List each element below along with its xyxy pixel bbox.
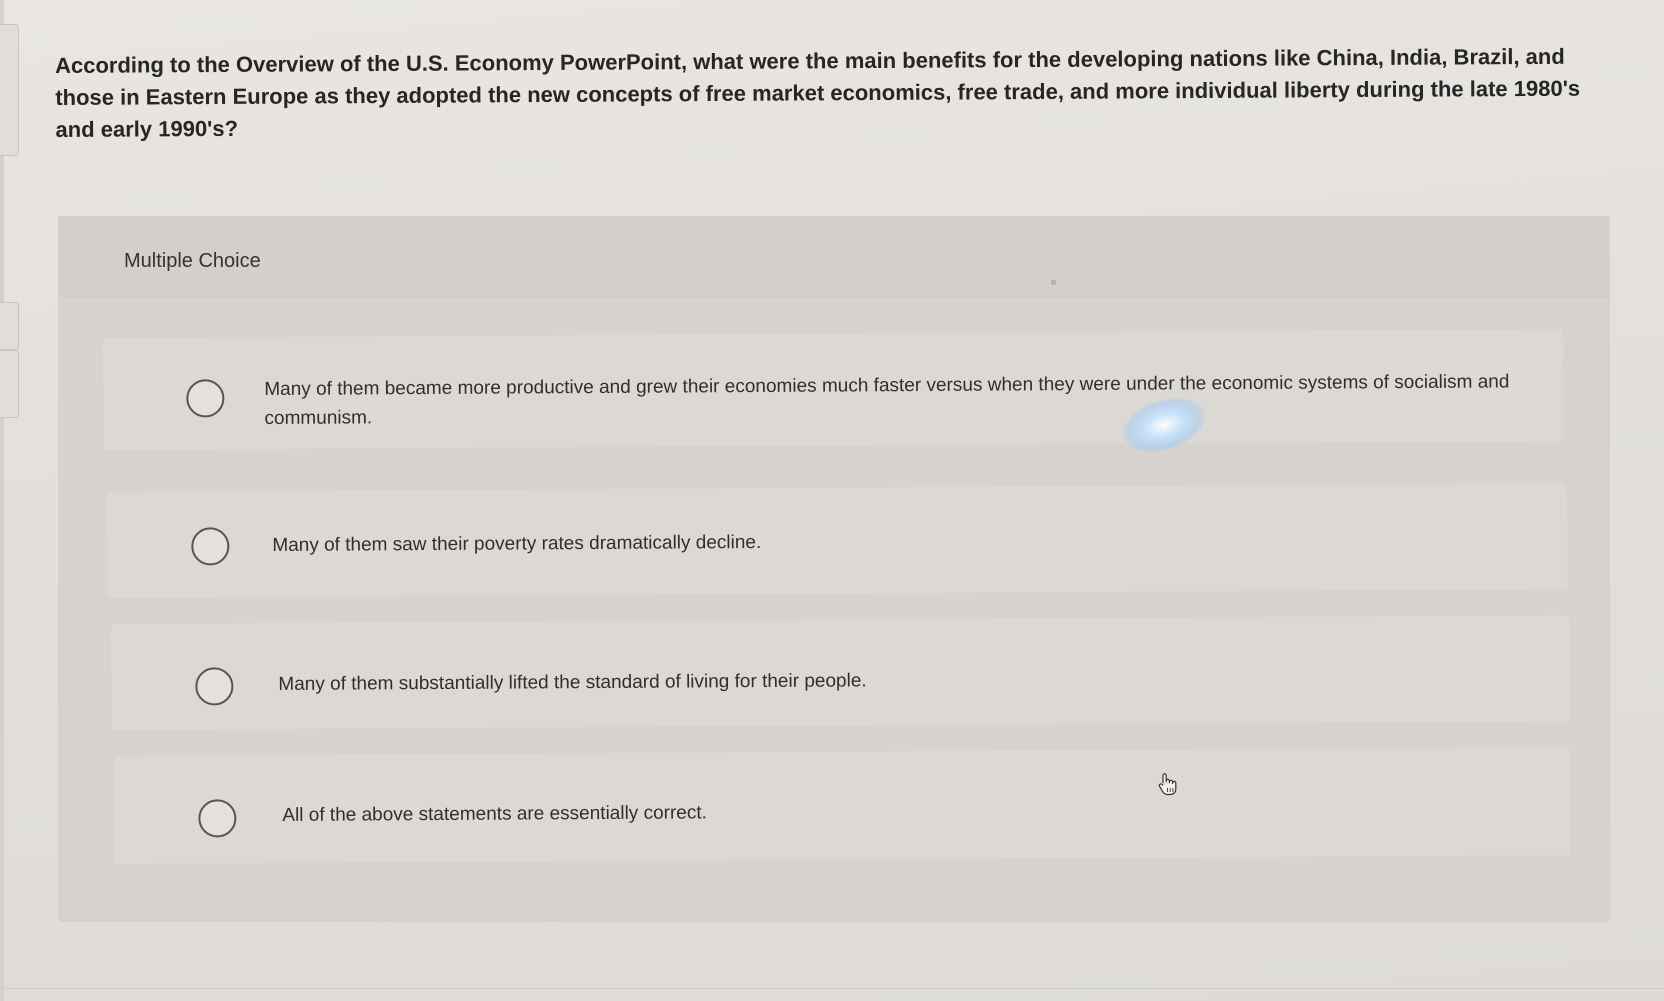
answer-option-3-text: Many of them substantially lifted the st… [278,670,867,695]
decorative-dot [1051,280,1056,285]
radio-button-icon[interactable] [198,799,237,838]
answer-option-1[interactable]: Many of them became more productive and … [103,329,1564,450]
panel-header: Multiple Choice [58,216,1610,297]
side-tab [0,24,19,156]
answer-option-4-text: All of the above statements are essentia… [282,802,707,826]
radio-button-icon[interactable] [195,667,234,706]
radio-button-icon[interactable] [186,379,225,418]
side-tab [0,302,19,350]
multiple-choice-panel: Multiple Choice Many of them became more… [58,216,1610,922]
answer-option-1-text: Many of them became more productive and … [264,371,1510,430]
answer-option-3[interactable]: Many of them substantially lifted the st… [111,615,1570,730]
bottom-divider [0,988,1664,989]
answer-option-4[interactable]: All of the above statements are essentia… [114,747,1571,864]
answer-option-2-text: Many of them saw their poverty rates dra… [272,532,762,556]
question-type-label: Multiple Choice [124,250,261,272]
side-tab [0,350,19,418]
radio-button-icon[interactable] [191,527,230,566]
question-prompt: According to the Overview of the U.S. Ec… [55,43,1581,142]
answer-option-2[interactable]: Many of them saw their poverty rates dra… [107,483,1568,598]
